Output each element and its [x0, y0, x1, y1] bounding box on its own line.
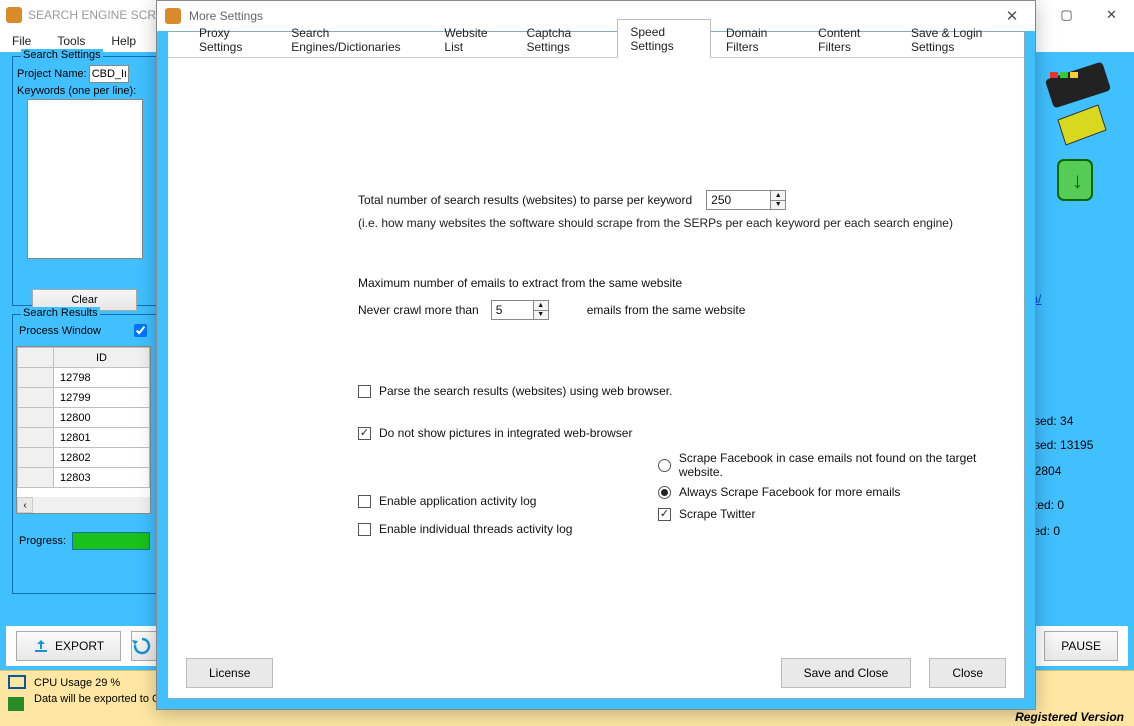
search-settings-title: Search Settings — [21, 49, 103, 61]
stat-line: ssed: 13195 — [1028, 438, 1093, 452]
tab-domain-filters[interactable]: Domain Filters — [713, 20, 803, 58]
scroll-left-icon[interactable]: ‹ — [17, 497, 33, 513]
scrape-fb-always-radio[interactable]: Always Scrape Facebook for more emails — [658, 485, 1018, 499]
speed-settings-panel: Total number of search results (websites… — [168, 60, 1024, 648]
table-row[interactable]: 12798 — [54, 368, 150, 388]
never-crawl-suffix: emails from the same website — [587, 303, 746, 317]
threads-log-label: Enable individual threads activity log — [379, 522, 572, 536]
tab-search-engines[interactable]: Search Engines/Dictionaries — [278, 20, 429, 58]
process-window-checkbox[interactable] — [134, 324, 147, 337]
never-crawl-field[interactable]: 5 ▲▼ — [491, 300, 549, 320]
more-settings-dialog: More Settings ✕ Proxy Settings Search En… — [156, 0, 1036, 710]
scrape-twitter-checkbox[interactable]: Scrape Twitter — [658, 507, 1018, 521]
app-icon — [6, 7, 22, 23]
never-crawl-value: 5 — [496, 303, 503, 317]
progress-bar — [72, 532, 150, 550]
refresh-icon — [132, 636, 152, 656]
tab-content-filters[interactable]: Content Filters — [805, 20, 896, 58]
project-name-label: Project Name: — [17, 68, 87, 80]
parse-browser-checkbox[interactable]: Parse the search results (websites) usin… — [358, 384, 1004, 398]
svg-text:↓: ↓ — [1072, 168, 1083, 193]
close-button-dialog[interactable]: Close — [929, 658, 1006, 688]
search-results-group: Search Results Process Window ID 12798 1… — [12, 314, 157, 594]
decorative-graphics: ↓ — [1028, 60, 1118, 220]
keywords-textarea[interactable] — [27, 99, 143, 259]
pause-button[interactable]: PAUSE — [1044, 631, 1118, 661]
table-row[interactable]: 12802 — [54, 448, 150, 468]
spinner-icon[interactable]: ▲▼ — [770, 191, 785, 209]
parse-browser-label: Parse the search results (websites) usin… — [379, 384, 672, 398]
upload-icon — [33, 638, 49, 654]
table-row[interactable]: 12803 — [54, 468, 150, 488]
table-row[interactable]: 12800 — [54, 408, 150, 428]
excel-icon — [8, 697, 24, 711]
export-label: EXPORT — [55, 639, 104, 653]
table-row[interactable]: 12801 — [54, 428, 150, 448]
tab-proxy[interactable]: Proxy Settings — [186, 20, 276, 58]
id-header: ID — [54, 348, 150, 368]
registered-label: Registered Version — [1015, 710, 1124, 724]
scrape-fb-if-label: Scrape Facebook in case emails not found… — [679, 451, 1018, 479]
total-results-label: Total number of search results (websites… — [358, 193, 692, 207]
close-button[interactable]: ✕ — [1089, 0, 1134, 30]
search-results-title: Search Results — [21, 307, 100, 319]
search-settings-group: Search Settings Project Name: Keywords (… — [12, 56, 157, 306]
cpu-icon — [8, 675, 26, 689]
app-log-label: Enable application activity log — [379, 494, 536, 508]
progress-label: Progress: — [19, 535, 66, 547]
total-results-value: 250 — [711, 193, 731, 207]
save-and-close-button[interactable]: Save and Close — [781, 658, 912, 688]
no-pictures-checkbox[interactable]: Do not show pictures in integrated web-b… — [358, 426, 1004, 440]
keywords-label: Keywords (one per line): — [17, 85, 136, 97]
results-grid[interactable]: ID 12798 12799 12800 12801 12802 12803 ‹ — [16, 346, 151, 514]
total-results-hint: (i.e. how many websites the software sho… — [358, 216, 1004, 230]
menu-file[interactable]: File — [12, 34, 31, 48]
tab-website-list[interactable]: Website List — [431, 20, 511, 58]
scrape-fb-always-label: Always Scrape Facebook for more emails — [679, 485, 900, 499]
grid-scrollbar[interactable]: ‹ — [17, 497, 150, 513]
spinner-icon[interactable]: ▲▼ — [533, 301, 548, 319]
license-button[interactable]: License — [186, 658, 273, 688]
maximize-button[interactable]: ▢ — [1044, 0, 1089, 30]
scrape-twitter-label: Scrape Twitter — [679, 507, 755, 521]
tab-save-login[interactable]: Save & Login Settings — [898, 20, 1022, 58]
menu-tools[interactable]: Tools — [57, 34, 85, 48]
scrape-fb-if-radio[interactable]: Scrape Facebook in case emails not found… — [658, 451, 1018, 479]
table-row[interactable]: 12799 — [54, 388, 150, 408]
no-pictures-label: Do not show pictures in integrated web-b… — [379, 426, 632, 440]
dialog-icon — [165, 8, 181, 24]
tab-speed[interactable]: Speed Settings — [617, 19, 711, 58]
dialog-footer: License Save and Close Close — [168, 648, 1024, 698]
never-crawl-label: Never crawl more than — [358, 303, 479, 317]
total-results-field[interactable]: 250 ▲▼ — [706, 190, 786, 210]
export-button[interactable]: EXPORT — [16, 631, 121, 661]
settings-tabs: Proxy Settings Search Engines/Dictionari… — [168, 32, 1024, 58]
process-window-label: Process Window — [19, 325, 101, 337]
max-emails-label: Maximum number of emails to extract from… — [358, 276, 1004, 290]
menu-help[interactable]: Help — [111, 34, 136, 48]
pause-label: PAUSE — [1061, 639, 1101, 653]
project-name-field[interactable] — [89, 65, 129, 83]
tab-captcha[interactable]: Captcha Settings — [513, 20, 615, 58]
